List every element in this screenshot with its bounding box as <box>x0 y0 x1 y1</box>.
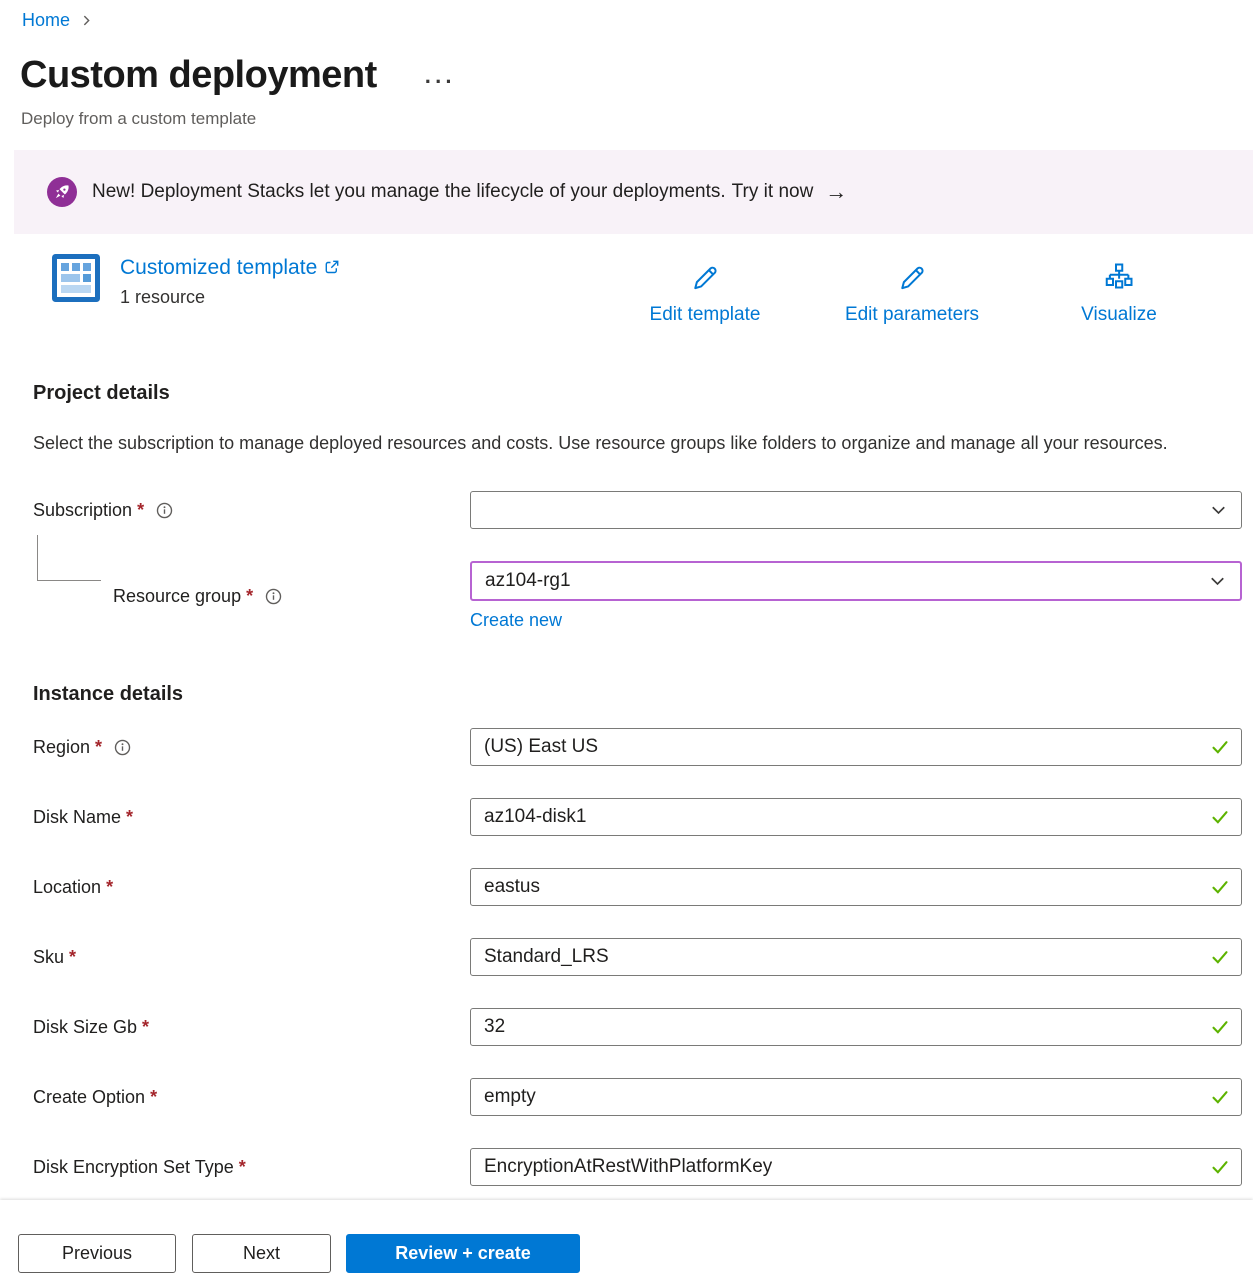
valid-check-icon <box>1210 807 1230 827</box>
org-chart-icon <box>1104 260 1134 296</box>
page-subtitle: Deploy from a custom template <box>21 108 1253 130</box>
field-input[interactable]: az104-disk1 <box>470 798 1242 836</box>
more-options-button[interactable]: ··· <box>425 58 456 92</box>
breadcrumb: Home <box>22 8 1253 32</box>
resource-count: 1 resource <box>120 287 340 308</box>
field-input[interactable]: eastus <box>470 868 1242 906</box>
visualize-label: Visualize <box>1081 304 1157 326</box>
field-value: 32 <box>484 1016 505 1038</box>
create-new-link[interactable]: Create new <box>470 610 562 631</box>
breadcrumb-home-link[interactable]: Home <box>22 10 70 31</box>
project-details-description: Select the subscription to manage deploy… <box>33 428 1178 459</box>
subscription-row: Subscription <box>33 491 1242 529</box>
chevron-down-icon <box>1209 573 1226 590</box>
template-actions: Edit template Edit parameters Visualize <box>620 254 1204 326</box>
arrow-right-icon[interactable]: → <box>825 182 847 202</box>
resource-group-value: az104-rg1 <box>485 570 571 592</box>
visualize-button[interactable]: Visualize <box>1034 260 1204 326</box>
valid-check-icon <box>1210 947 1230 967</box>
field-value: eastus <box>484 876 540 898</box>
pencil-icon <box>689 260 721 296</box>
field-label: Region <box>33 737 102 758</box>
form-row: Sku Standard_LRS <box>33 938 1242 976</box>
banner-try-it-now-link[interactable]: Try it now <box>732 181 814 203</box>
previous-button[interactable]: Previous <box>18 1234 176 1273</box>
info-icon[interactable] <box>265 588 282 605</box>
chevron-right-icon <box>80 14 93 27</box>
field-label: Disk Size Gb <box>33 1017 149 1038</box>
field-input[interactable]: Standard_LRS <box>470 938 1242 976</box>
page-title: Custom deployment <box>20 52 377 98</box>
field-label: Disk Name <box>33 807 133 828</box>
next-button[interactable]: Next <box>192 1234 331 1273</box>
subscription-select[interactable] <box>470 491 1242 529</box>
form-row: Region (US) East US <box>33 728 1242 766</box>
valid-check-icon <box>1210 737 1230 757</box>
valid-check-icon <box>1210 1017 1230 1037</box>
external-link-icon <box>324 255 340 282</box>
project-details-heading: Project details <box>33 380 1253 407</box>
chevron-down-icon <box>1210 502 1227 519</box>
form-row: Disk Name az104-disk1 <box>33 798 1242 836</box>
instance-fields: Region (US) East US Disk Name az104-disk… <box>33 728 1242 1186</box>
edit-template-label: Edit template <box>650 304 761 326</box>
instance-details-heading: Instance details <box>33 681 1253 708</box>
field-value: az104-disk1 <box>484 806 586 828</box>
field-value: (US) East US <box>484 736 598 758</box>
form-row: Create Option empty <box>33 1078 1242 1116</box>
field-label: Sku <box>33 947 76 968</box>
field-label: Create Option <box>33 1087 157 1108</box>
edit-template-button[interactable]: Edit template <box>620 260 790 326</box>
valid-check-icon <box>1210 1157 1230 1177</box>
field-label: Location <box>33 877 113 898</box>
customized-template-link[interactable]: Customized template <box>120 254 340 282</box>
scroll-content: Home Custom deployment ··· Deploy from a… <box>0 0 1253 1200</box>
field-label: Disk Encryption Set Type <box>33 1157 246 1178</box>
form-row: Location eastus <box>33 868 1242 906</box>
resource-group-label: Resource group <box>113 586 253 607</box>
resource-group-select[interactable]: az104-rg1 <box>470 561 1242 601</box>
deployment-stacks-banner: New! Deployment Stacks let you manage th… <box>14 150 1253 234</box>
rocket-icon <box>47 177 77 207</box>
field-input[interactable]: (US) East US <box>470 728 1242 766</box>
valid-check-icon <box>1210 1087 1230 1107</box>
field-value: empty <box>484 1086 536 1108</box>
info-icon[interactable] <box>114 739 131 756</box>
info-icon[interactable] <box>156 502 173 519</box>
review-create-button[interactable]: Review + create <box>346 1234 580 1273</box>
customized-template-label: Customized template <box>120 254 317 281</box>
field-value: EncryptionAtRestWithPlatformKey <box>484 1156 772 1178</box>
custom-deployment-page: Home Custom deployment ··· Deploy from a… <box>0 0 1253 1280</box>
edit-parameters-button[interactable]: Edit parameters <box>827 260 997 326</box>
footer-bar: Previous Next Review + create <box>0 1200 1253 1280</box>
subscription-label: Subscription <box>33 500 144 521</box>
edit-parameters-label: Edit parameters <box>845 304 979 326</box>
banner-message: New! Deployment Stacks let you manage th… <box>92 181 726 203</box>
hierarchy-connector-line <box>37 535 101 581</box>
pencil-icon <box>896 260 928 296</box>
field-input[interactable]: empty <box>470 1078 1242 1116</box>
form-row: Disk Size Gb 32 <box>33 1008 1242 1046</box>
field-input[interactable]: EncryptionAtRestWithPlatformKey <box>470 1148 1242 1186</box>
field-value: Standard_LRS <box>484 946 609 968</box>
valid-check-icon <box>1210 877 1230 897</box>
template-grid-icon <box>52 254 100 307</box>
resource-group-row: Resource group az104-rg1 Create new <box>33 561 1242 631</box>
form-row: Disk Encryption Set Type EncryptionAtRes… <box>33 1148 1242 1186</box>
field-input[interactable]: 32 <box>470 1008 1242 1046</box>
